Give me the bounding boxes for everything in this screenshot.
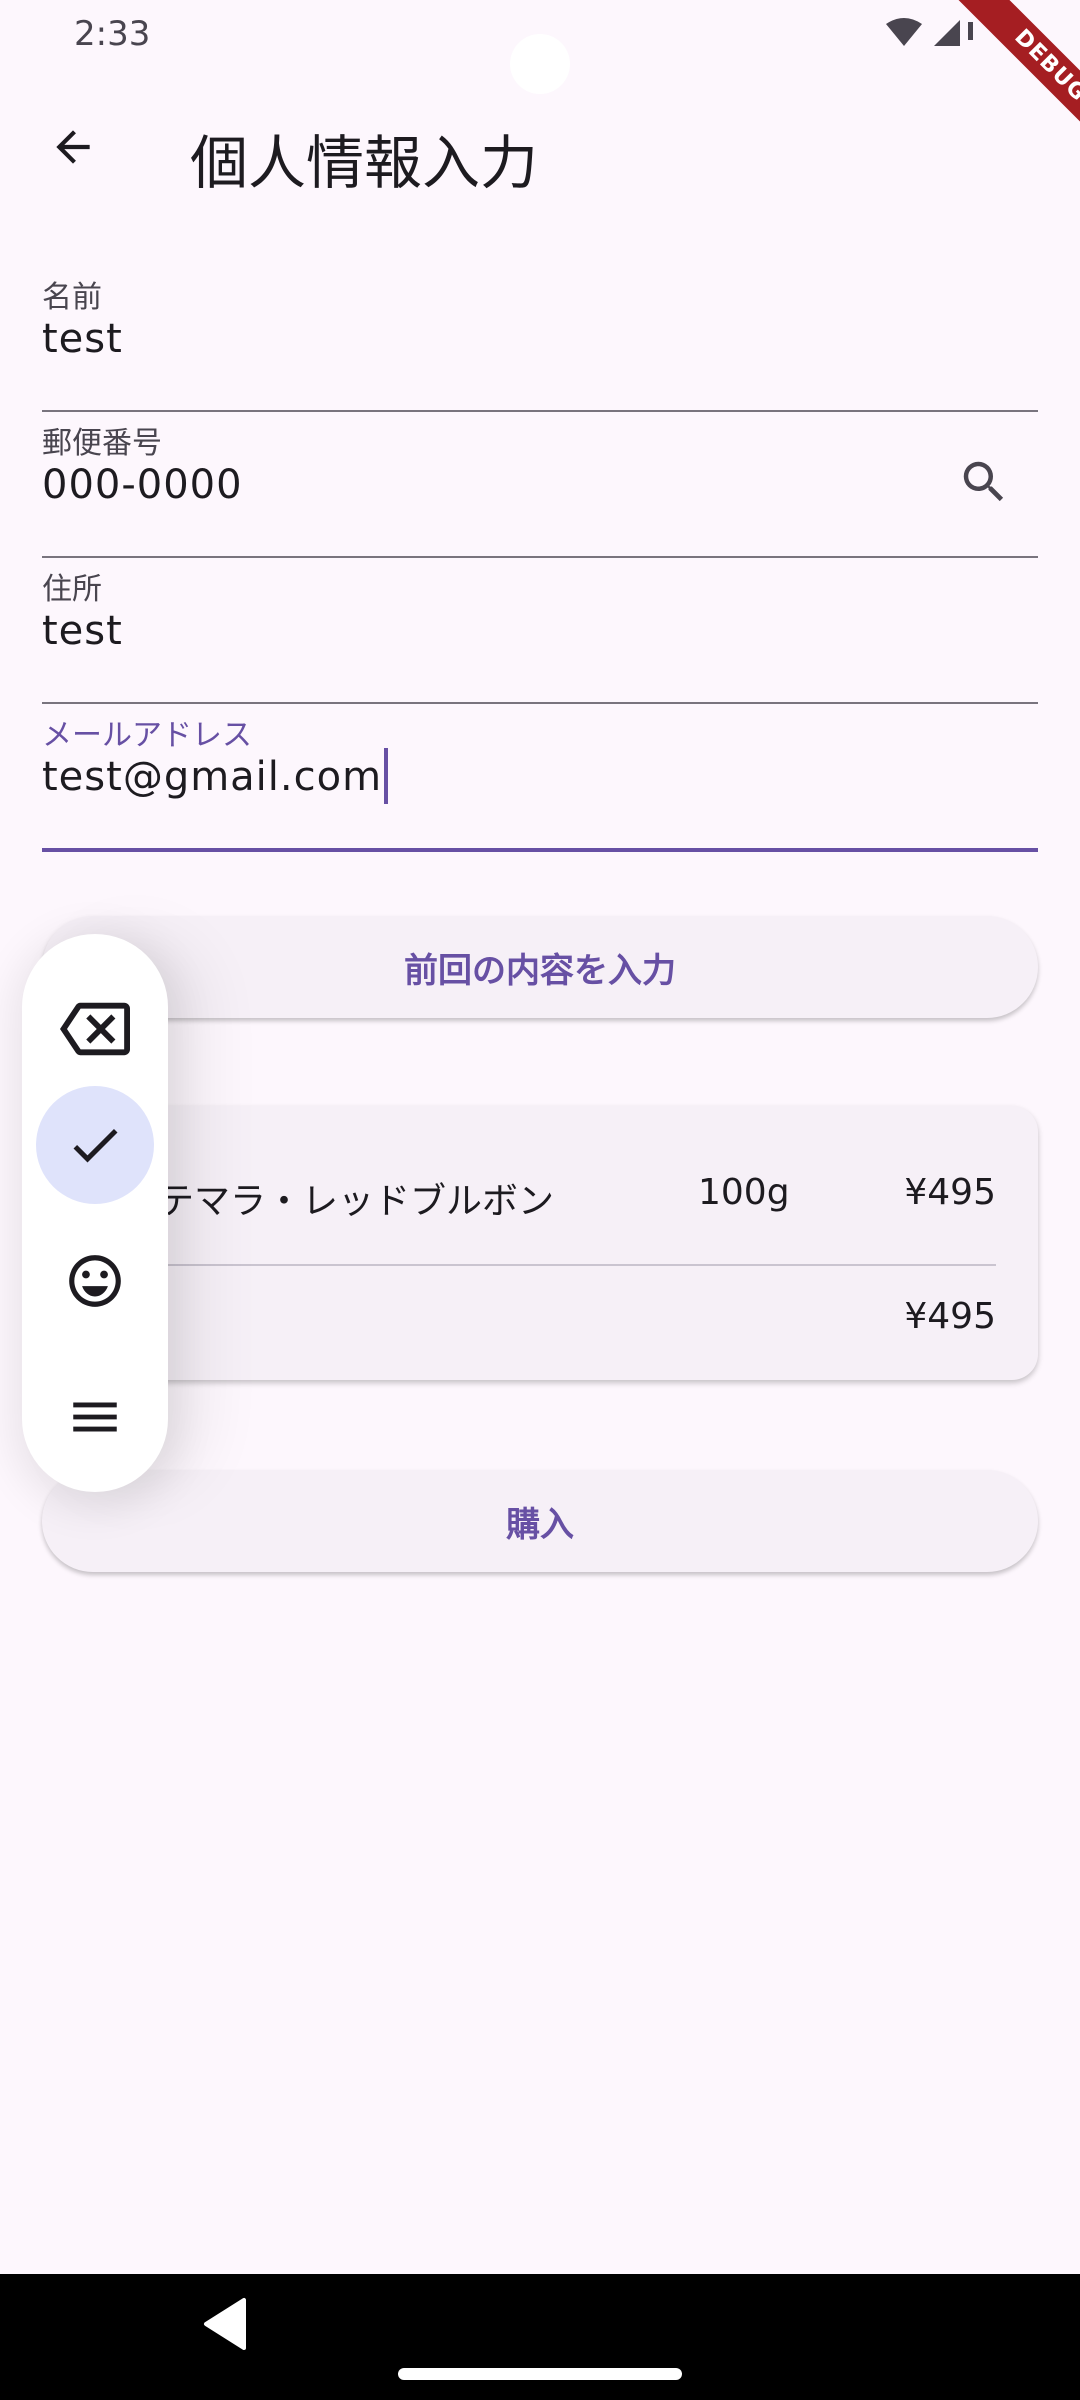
search-icon: [963, 461, 1004, 502]
postal-search-button[interactable]: [950, 448, 1018, 516]
address-field-value[interactable]: test: [42, 608, 123, 654]
nav-back-icon[interactable]: [200, 2296, 250, 2352]
backspace-button[interactable]: [36, 970, 154, 1088]
emoji-button[interactable]: [36, 1222, 154, 1340]
address-field-label: 住所: [42, 572, 102, 607]
name-field-label: 名前: [42, 280, 102, 315]
emoji-icon: [69, 1255, 121, 1307]
text-cursor: [384, 748, 389, 804]
postal-code-field[interactable]: 郵便番号 000-0000: [42, 410, 1038, 558]
order-item-name: テマラ・レッドブルボン: [158, 1181, 555, 1222]
name-field-value[interactable]: test: [42, 316, 123, 362]
check-icon: [73, 1128, 118, 1163]
screen: 2:33 DEBUG 個人情報入力 名前 test 郵便番号 000-0000: [0, 0, 1080, 2400]
name-field[interactable]: 名前 test: [42, 264, 1038, 412]
check-button[interactable]: [36, 1086, 154, 1204]
purchase-label: 購入: [506, 1504, 574, 1545]
backspace-icon: [60, 1002, 130, 1056]
order-item-weight: 100g: [698, 1172, 790, 1213]
floating-keyboard-toolbar: [22, 934, 168, 1492]
status-time: 2:33: [74, 14, 151, 54]
email-field-label: メールアドレス: [42, 718, 252, 753]
menu-button[interactable]: [36, 1358, 154, 1476]
order-divider: [158, 1264, 996, 1266]
postal-code-value[interactable]: 000-0000: [42, 462, 243, 508]
debug-banner: DEBUG: [920, 0, 1080, 160]
nav-home-handle[interactable]: [398, 2368, 682, 2380]
postal-code-label: 郵便番号: [42, 426, 162, 461]
status-bar: 2:33: [0, 0, 1080, 94]
email-field-text: test@gmail.com: [42, 754, 383, 800]
order-total-price: ¥495: [904, 1296, 996, 1337]
email-field[interactable]: メールアドレス test@gmail.com: [42, 702, 1038, 852]
order-summary-card: テマラ・レッドブルボン 100g ¥495 ¥495: [42, 1106, 1038, 1380]
email-field-value[interactable]: test@gmail.com: [42, 748, 389, 804]
arrow-back-icon: [56, 130, 90, 164]
prefill-previous-button[interactable]: 前回の内容を入力: [42, 916, 1038, 1018]
debug-label: DEBUG: [952, 0, 1080, 160]
back-button[interactable]: [38, 112, 108, 182]
wifi-icon: [886, 18, 922, 46]
camera-cutout: [510, 34, 570, 94]
menu-icon: [73, 1402, 117, 1432]
system-navigation-bar: [0, 2274, 1080, 2400]
page-title: 個人情報入力: [190, 129, 539, 197]
order-item-price: ¥495: [904, 1172, 996, 1213]
purchase-button[interactable]: 購入: [42, 1470, 1038, 1572]
prefill-previous-label: 前回の内容を入力: [404, 950, 676, 991]
address-field[interactable]: 住所 test: [42, 556, 1038, 704]
